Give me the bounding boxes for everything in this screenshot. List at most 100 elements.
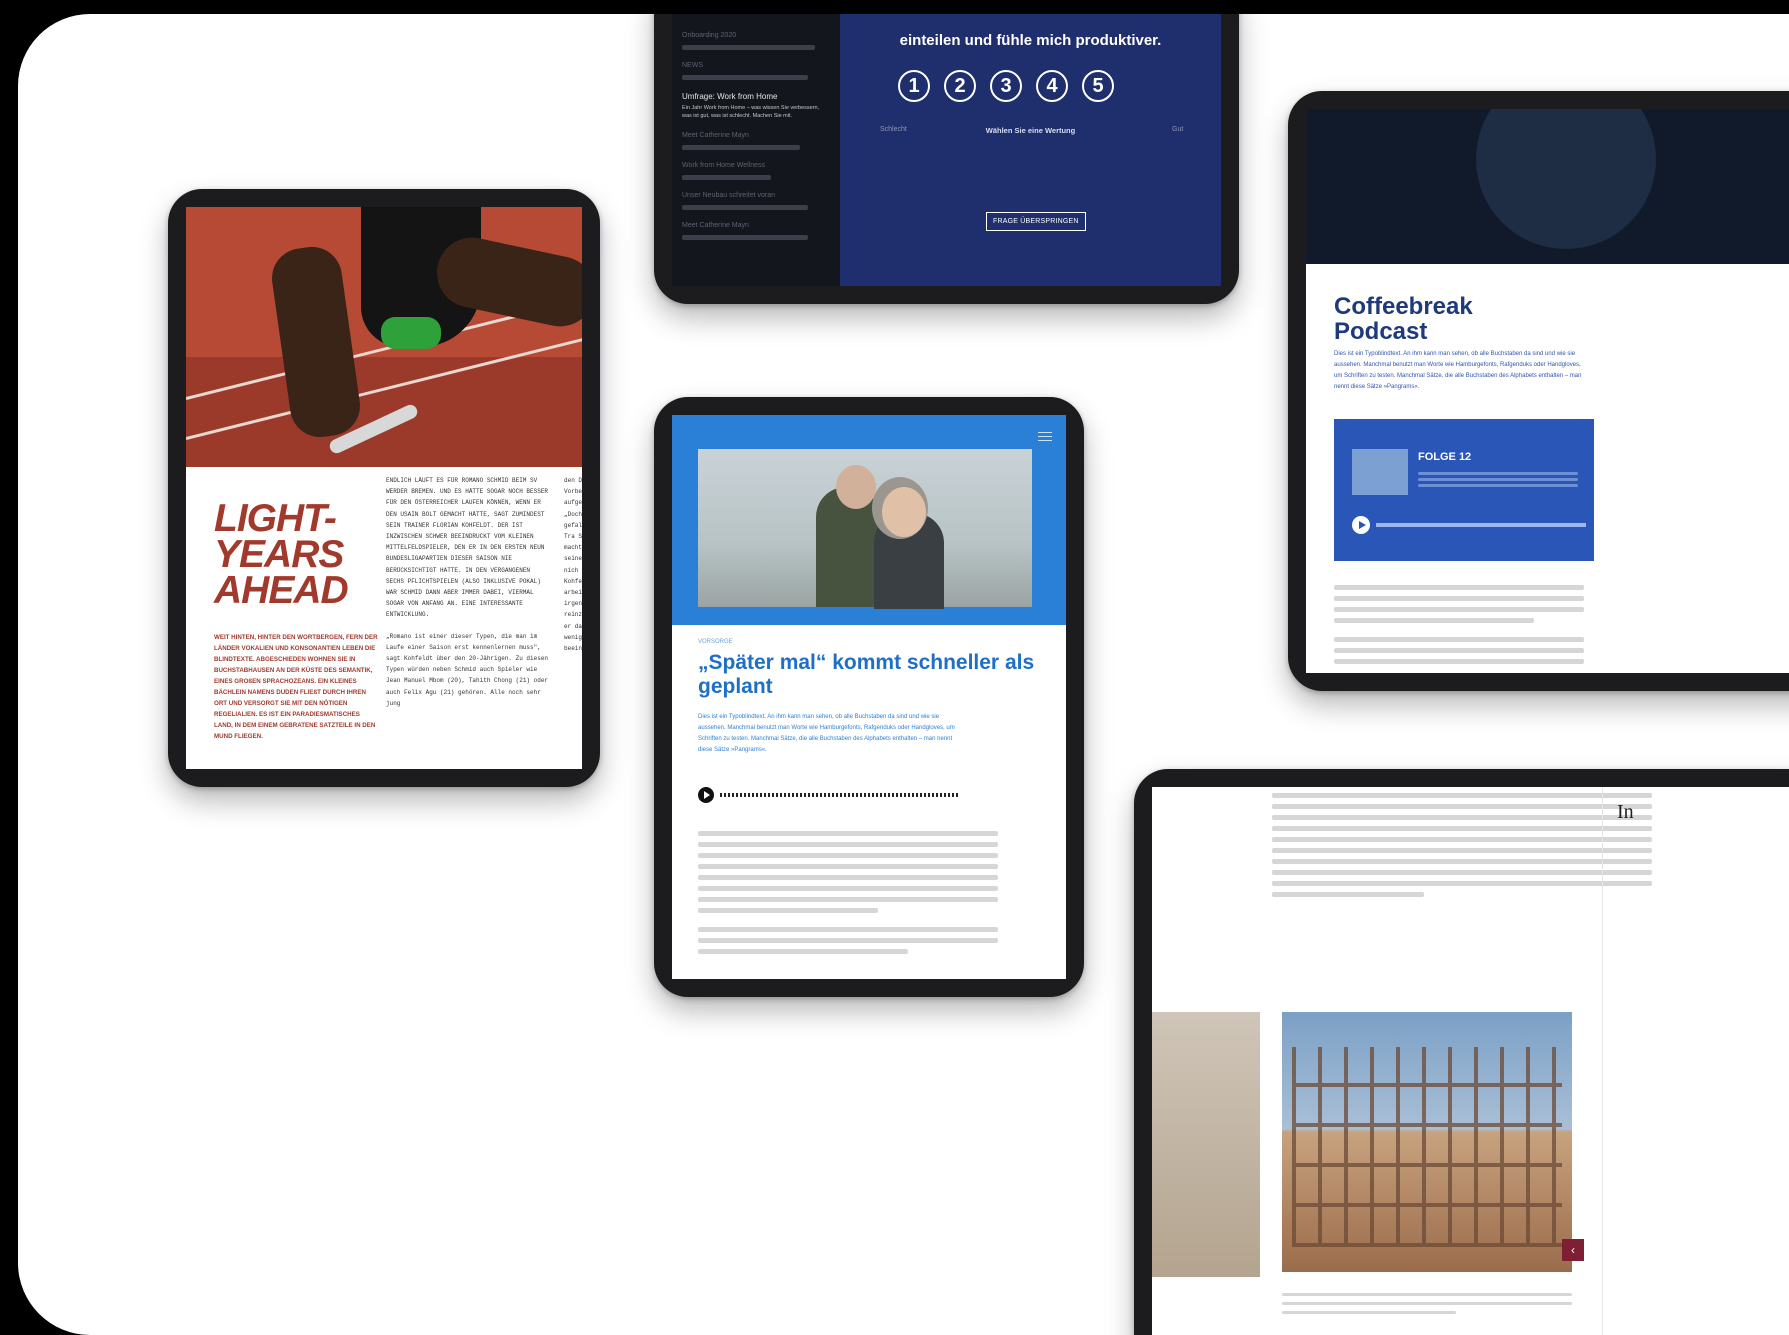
article-headline: LIGHT-YEARS AHEAD [214,497,349,612]
sidebar-heading: In [1617,801,1634,823]
sidebar-item-subtitle: Ein Jahr Work from Home – was wissen Sie… [682,105,820,119]
audio-waveform[interactable] [1376,523,1586,527]
podcast-body-text [1334,579,1584,670]
photo-caption [1282,1287,1572,1320]
menu-icon[interactable] [1038,429,1052,444]
runner-shoe [381,317,441,349]
sidebar-item-title: Unser Neubau schreitet voran [682,192,775,199]
tablet-screen: Coffeebreak Podcast Dies ist ein Typobli… [1306,109,1789,673]
play-icon[interactable] [1352,516,1370,534]
text-placeholder [1272,793,1652,798]
text-placeholder [1272,826,1652,831]
text-placeholder [1272,870,1652,875]
podcast-title-line: Coffeebreak [1334,293,1473,320]
text-placeholder [1282,1302,1572,1305]
text-placeholder [698,897,998,902]
tablet-screen: VORSORGE „Später mal“ kommt schneller al… [672,415,1066,979]
text-placeholder [1418,484,1578,487]
rating-high-label: Gut [1172,126,1184,133]
sidebar-item[interactable]: Onboarding 2020 [682,32,830,50]
text-placeholder [1272,881,1652,886]
sidebar-item[interactable]: Work from Home Wellness [682,162,830,180]
sidebar-item-title: NEWS [682,62,703,69]
sidebar-item-title: Meet Catherine Mayn [682,132,749,139]
text-placeholder [1334,659,1584,664]
audio-waveform[interactable] [720,793,960,797]
rating-2[interactable]: 2 [944,70,976,102]
article-column-2: den D hatte Vorber aufgef „Doch gefall J… [564,477,582,653]
text-placeholder [698,938,998,943]
sidebar-panel: In [1602,787,1789,1335]
text-placeholder [698,886,998,891]
podcast-title: Coffeebreak Podcast [1334,294,1473,344]
sidebar-item-title: Umfrage: Work from Home [682,92,778,101]
column-text: ENDLICH LÄUFT ES FÜR ROMANO SCHMID BEIM … [386,477,549,619]
sidebar-item-title: Meet Catherine Mayn [682,222,749,229]
episode-description [1418,469,1578,490]
microphone-photo [1306,109,1789,264]
podcast-intro: Dies ist ein Typoblindtext. An ihm kann … [1334,351,1582,390]
text-placeholder [698,927,998,932]
article-kicker: VORSORGE [698,639,733,645]
text-placeholder [1334,618,1534,623]
woman-head [882,487,926,537]
tablet-screen: Onboarding 2020 NEWS Umfrage: Work from … [672,14,1221,286]
text-placeholder [1282,1311,1456,1314]
tablet-screen: LIGHT-YEARS AHEAD WEIT HINTEN, HINTER DE… [186,207,582,769]
text-placeholder [1334,596,1584,601]
text-placeholder [1272,815,1652,820]
podcast-player: FOLGE 12 [1334,419,1594,561]
rating-hint: Wählen Sie eine Wertung [985,126,1076,135]
text-placeholder [1272,848,1652,853]
text-placeholder [1272,859,1652,864]
tablet-construction: ‹ In [1134,769,1789,1335]
rating-5[interactable]: 5 [1082,70,1114,102]
play-icon[interactable] [698,787,714,803]
text-placeholder [1418,478,1578,481]
text-placeholder [1334,607,1584,612]
story-text [1272,787,1652,903]
running-track [186,357,582,467]
runner-photo [186,207,582,467]
text-placeholder [682,75,808,80]
tablet-podcast: Coffeebreak Podcast Dies ist ein Typobli… [1288,91,1789,691]
podcast-title-line: Podcast [1334,318,1428,345]
sidebar-item-title: Work from Home Wellness [682,162,765,169]
sidebar-item-title: Onboarding 2020 [682,32,737,39]
text-placeholder [682,145,801,150]
text-placeholder [1418,472,1578,475]
rating-1[interactable]: 1 [898,70,930,102]
sidebar-item[interactable]: Meet Catherine Mayn [682,132,830,150]
article-body-text [698,825,998,960]
tablet-pension-article: VORSORGE „Später mal“ kommt schneller al… [654,397,1084,997]
rating-4[interactable]: 4 [1036,70,1068,102]
episode-thumbnail [1352,449,1408,495]
text-placeholder [1334,637,1584,642]
article-column-1: ENDLICH LÄUFT ES FÜR ROMANO SCHMID BEIM … [386,475,551,709]
interior-photo [1152,1012,1260,1277]
text-placeholder [1334,648,1584,653]
column-text: „Romano ist einer dieser Typen, die man … [386,632,549,707]
carousel-prev-button[interactable]: ‹ [1562,1239,1584,1261]
rating-3[interactable]: 3 [990,70,1022,102]
text-placeholder [1272,804,1652,809]
text-placeholder [1272,892,1424,897]
text-placeholder [1282,1293,1572,1296]
survey-main: einteilen und fühle mich produktiver. 1 … [840,14,1221,286]
text-placeholder [682,205,808,210]
skip-question-button[interactable]: FRAGE ÜBERSPRINGEN [986,212,1086,231]
text-placeholder [698,864,998,869]
tablet-survey: Onboarding 2020 NEWS Umfrage: Work from … [654,14,1239,304]
sidebar-item[interactable]: Meet Catherine Mayn [682,222,830,240]
background-card: LIGHT-YEARS AHEAD WEIT HINTEN, HINTER DE… [18,14,1789,1335]
tablet-light-years: LIGHT-YEARS AHEAD WEIT HINTEN, HINTER DE… [168,189,600,787]
text-placeholder [698,875,998,880]
sidebar-item[interactable]: Unser Neubau schreitet voran [682,192,830,210]
sidebar-item-active[interactable]: Umfrage: Work from Home Ein Jahr Work fr… [682,92,830,120]
sidebar-item[interactable]: NEWS [682,62,830,80]
survey-sidebar: Onboarding 2020 NEWS Umfrage: Work from … [672,14,840,286]
text-placeholder [682,175,771,180]
text-placeholder [1334,585,1584,590]
building-scaffold [1292,1047,1562,1247]
text-placeholder [682,45,816,50]
